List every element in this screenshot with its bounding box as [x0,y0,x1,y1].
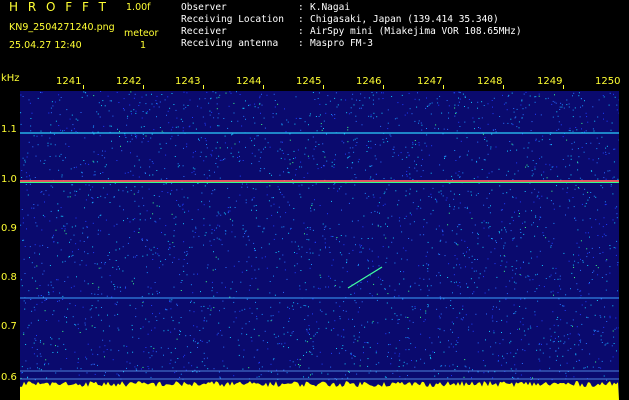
spectrogram-canvas [20,91,619,400]
meta-value: AirSpy mini (Miakejima VOR 108.65MHz) [310,26,522,37]
hroft-spectrogram-window: H R O F F T 1.00f KN9_2504271240.png met… [0,0,629,400]
app-title: H R O F F T [9,0,110,14]
meta-row-location: Receiving Location: Chigasaki, Japan (139… [181,14,499,25]
x-tick-label: 1249 [537,76,563,87]
meta-row-observer: Observer: K.Nagai [181,2,351,13]
y-axis-unit: kHz [1,73,20,84]
x-tick-label: 1246 [356,76,382,87]
x-tick-mark [143,85,144,89]
y-tick-label: 0.8 [1,272,17,283]
x-tick-mark [563,85,564,89]
x-tick-mark [383,85,384,89]
station-info: Observer: K.Nagai Receiving Location: Chig… [181,2,522,50]
meteor-count: 1 [140,40,147,51]
version-label: 1.00f [126,2,151,13]
x-tick-label: 1248 [477,76,503,87]
meta-value: Chigasaki, Japan (139.414 35.340) [310,14,499,25]
y-tick-label: 0.9 [1,223,17,234]
meta-label: Observer [181,2,227,13]
x-tick-mark [203,85,204,89]
x-tick-label: 1242 [116,76,142,87]
meta-value: Maspro FM-3 [310,38,373,49]
x-tick-mark [83,85,84,89]
spectrogram-plot [20,91,619,400]
meta-label: Receiving Location [181,14,284,25]
filename-label: KN9_2504271240.png [9,22,115,33]
x-tick-label: 1245 [296,76,322,87]
meta-label: Receiving antenna [181,38,279,49]
x-tick-mark [323,85,324,89]
y-tick-label: 0.7 [1,321,17,332]
x-tick-label: 1244 [236,76,262,87]
y-tick-label: 0.6 [1,372,17,383]
x-axis-ticks: 1241 1242 1243 1244 1245 1246 1247 1248 … [20,76,621,90]
x-tick-label: 1241 [56,76,82,87]
y-tick-label: 1.0 [1,174,17,185]
x-tick-mark [443,85,444,89]
plot-background [20,91,619,400]
y-tick-label: 1.1 [1,124,17,135]
x-tick-label: 1247 [417,76,443,87]
meta-label: Receiver [181,26,227,37]
x-tick-mark [503,85,504,89]
x-tick-label: 1250 [595,76,621,87]
meteor-label: meteor [124,28,159,39]
x-tick-label: 1243 [175,76,201,87]
meta-value: K.Nagai [310,2,351,13]
meta-row-receiver: Receiver: AirSpy mini (Miakejima VOR 108.… [181,26,522,37]
meta-row-antenna: Receiving antenna: Maspro FM-3 [181,38,373,49]
x-tick-mark [263,85,264,89]
timestamp-label: 25.04.27 12:40 [9,40,82,51]
